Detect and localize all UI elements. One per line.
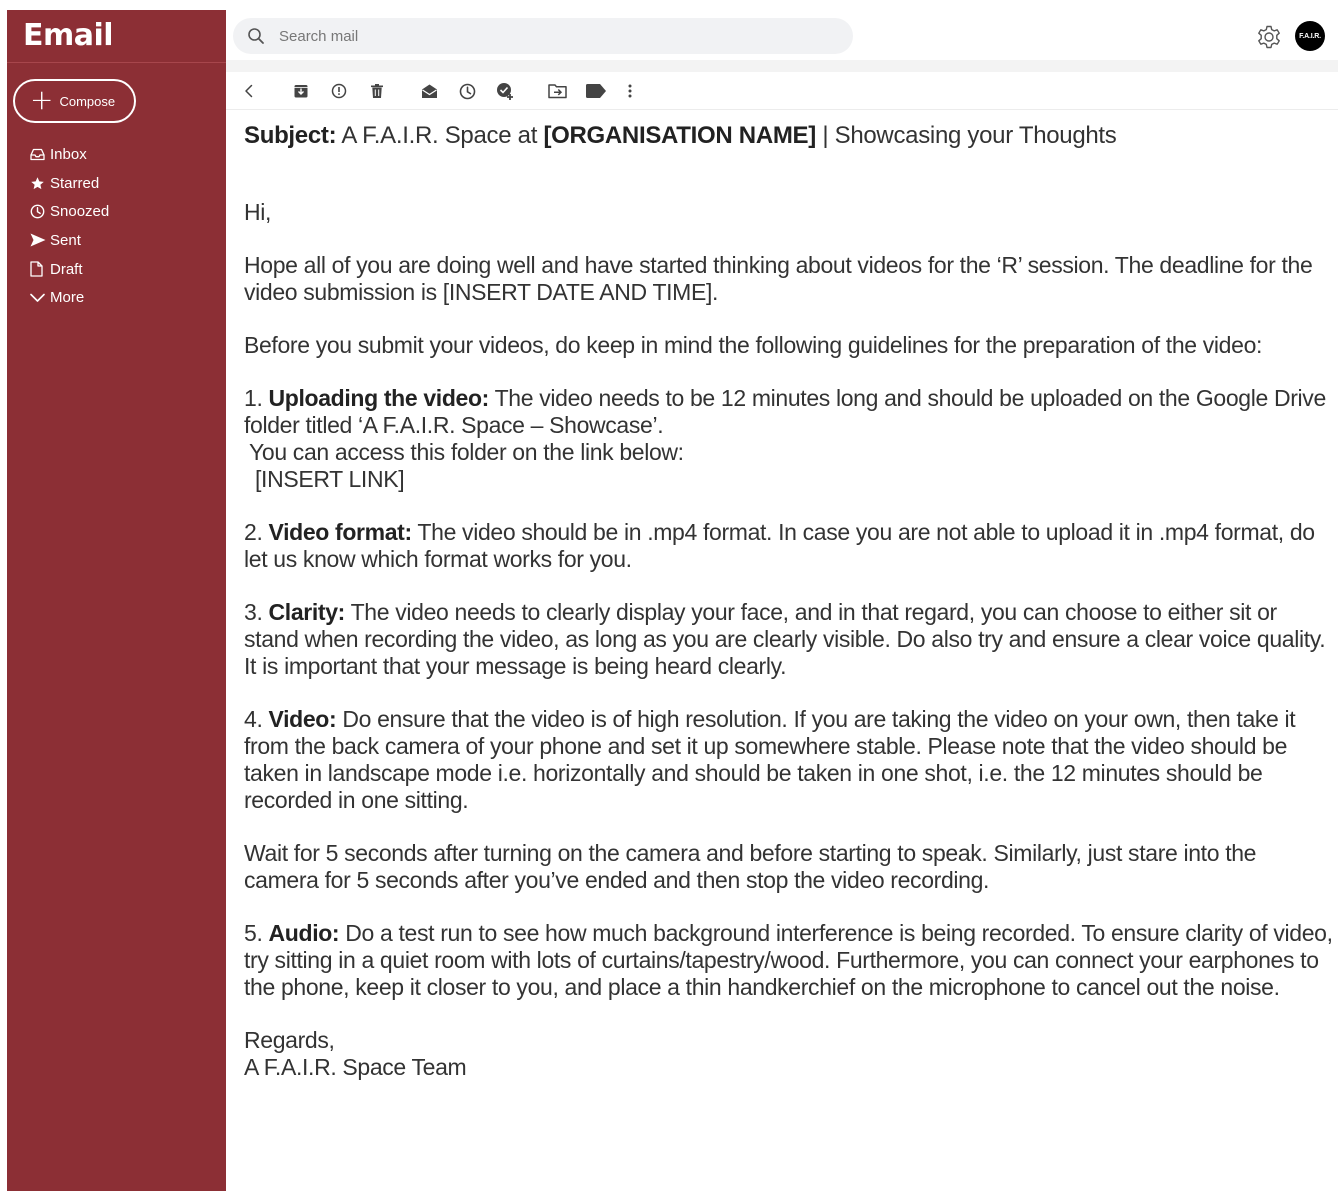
guideline-item-4: 4. Video: Do ensure that the video is of… xyxy=(244,706,1334,814)
sidebar-item-snoozed[interactable]: Snoozed xyxy=(30,197,109,226)
guideline-item-5: 5. Audio: Do a test run to see how much … xyxy=(244,920,1334,1001)
plus-icon: + xyxy=(30,82,54,116)
email-toolbar xyxy=(226,72,1338,110)
email-content: Subject: A F.A.I.R. Space at [ORGANISATI… xyxy=(244,122,1334,1107)
more-vert-icon[interactable] xyxy=(620,81,640,101)
guideline-title: Clarity: xyxy=(268,599,346,625)
guideline-number: 2. xyxy=(244,519,263,545)
gear-icon[interactable] xyxy=(1255,23,1283,51)
subject-text-end: | Showcasing your Thoughts xyxy=(822,122,1117,149)
label-icon[interactable] xyxy=(583,81,609,101)
guideline-title: Video: xyxy=(268,706,337,732)
signature: A F.A.I.R. Space Team xyxy=(244,1054,467,1080)
sidebar-item-inbox[interactable]: Inbox xyxy=(30,140,109,169)
link-placeholder[interactable]: [INSERT LINK] xyxy=(244,466,405,492)
sidebar-item-label: More xyxy=(50,289,85,307)
guideline-title: Video format: xyxy=(268,519,413,545)
guideline-text: Do a test run to see how much background… xyxy=(244,920,1333,1000)
archive-icon[interactable] xyxy=(291,81,311,101)
add-task-icon[interactable] xyxy=(495,81,515,101)
inbox-icon xyxy=(30,146,48,162)
guideline-number: 5. xyxy=(244,920,263,946)
guideline-text: Do ensure that the video is of high reso… xyxy=(244,706,1296,813)
guideline-number: 1. xyxy=(244,385,263,411)
subject-text-start: A F.A.I.R. Space at xyxy=(341,122,538,149)
sidebar-item-label: Draft xyxy=(50,260,83,278)
email-body: Hi, Hope all of you are doing well and h… xyxy=(244,199,1334,1081)
subject-label: Subject: xyxy=(244,122,337,149)
star-icon xyxy=(30,175,48,191)
app-title: Email xyxy=(23,18,114,53)
report-spam-icon[interactable] xyxy=(329,81,349,101)
delete-icon[interactable] xyxy=(367,81,387,101)
email-signoff: Regards, A F.A.I.R. Space Team xyxy=(244,1027,1334,1081)
guideline-item-3: 3. Clarity: The video needs to clearly d… xyxy=(244,599,1334,680)
sidebar-divider xyxy=(7,62,226,63)
avatar[interactable]: F.A.I.R. xyxy=(1295,21,1325,51)
toolbar-spacer xyxy=(226,60,1338,72)
sidebar-item-label: Snoozed xyxy=(50,203,110,221)
sidebar-item-starred[interactable]: Starred xyxy=(30,169,109,198)
sign-off: Regards, xyxy=(244,1027,335,1053)
wait-note: Wait for 5 seconds after turning on the … xyxy=(244,840,1257,893)
compose-button[interactable]: + Compose xyxy=(13,79,136,123)
sidebar-item-more[interactable]: More xyxy=(30,283,109,312)
guideline-text: The video needs to clearly display your … xyxy=(244,599,1326,679)
search-icon[interactable] xyxy=(247,27,265,45)
sidebar-item-label: Sent xyxy=(50,231,81,249)
guideline-item-2: 2. Video format: The video should be in … xyxy=(244,519,1334,573)
guideline-number: 4. xyxy=(244,706,263,732)
send-icon xyxy=(30,232,48,248)
search-bar xyxy=(233,18,853,54)
compose-label: Compose xyxy=(59,93,116,109)
chevron-down-icon xyxy=(30,290,48,306)
guideline-title: Uploading the video: xyxy=(268,385,490,411)
sidebar: Email + Compose Inbox Starred Snoozed Se… xyxy=(7,10,226,1191)
email-intro: Hope all of you are doing well and have … xyxy=(244,252,1313,305)
guideline-title: Audio: xyxy=(268,920,340,946)
guideline-item-1: 1. Uploading the video: The video needs … xyxy=(244,385,1334,493)
snooze-icon[interactable] xyxy=(457,81,477,101)
sidebar-item-label: Inbox xyxy=(50,145,87,163)
email-greeting: Hi, xyxy=(244,199,272,225)
email-subject: Subject: A F.A.I.R. Space at [ORGANISATI… xyxy=(244,122,1334,150)
back-icon[interactable] xyxy=(239,81,259,101)
move-to-icon[interactable] xyxy=(547,81,567,101)
sidebar-item-draft[interactable]: Draft xyxy=(30,255,109,284)
guideline-number: 3. xyxy=(244,599,263,625)
sidebar-item-sent[interactable]: Sent xyxy=(30,226,109,255)
search-input[interactable] xyxy=(279,27,819,45)
subject-organisation: [ORGANISATION NAME] xyxy=(543,122,816,149)
sidebar-nav: Inbox Starred Snoozed Sent Draft More xyxy=(30,140,109,312)
draft-icon xyxy=(30,261,48,277)
email-guidelines-intro: Before you submit your videos, do keep i… xyxy=(244,332,1263,358)
mark-unread-icon[interactable] xyxy=(419,81,439,101)
clock-icon xyxy=(30,204,48,220)
sidebar-item-label: Starred xyxy=(50,174,100,192)
access-line: You can access this folder on the link b… xyxy=(249,439,684,465)
